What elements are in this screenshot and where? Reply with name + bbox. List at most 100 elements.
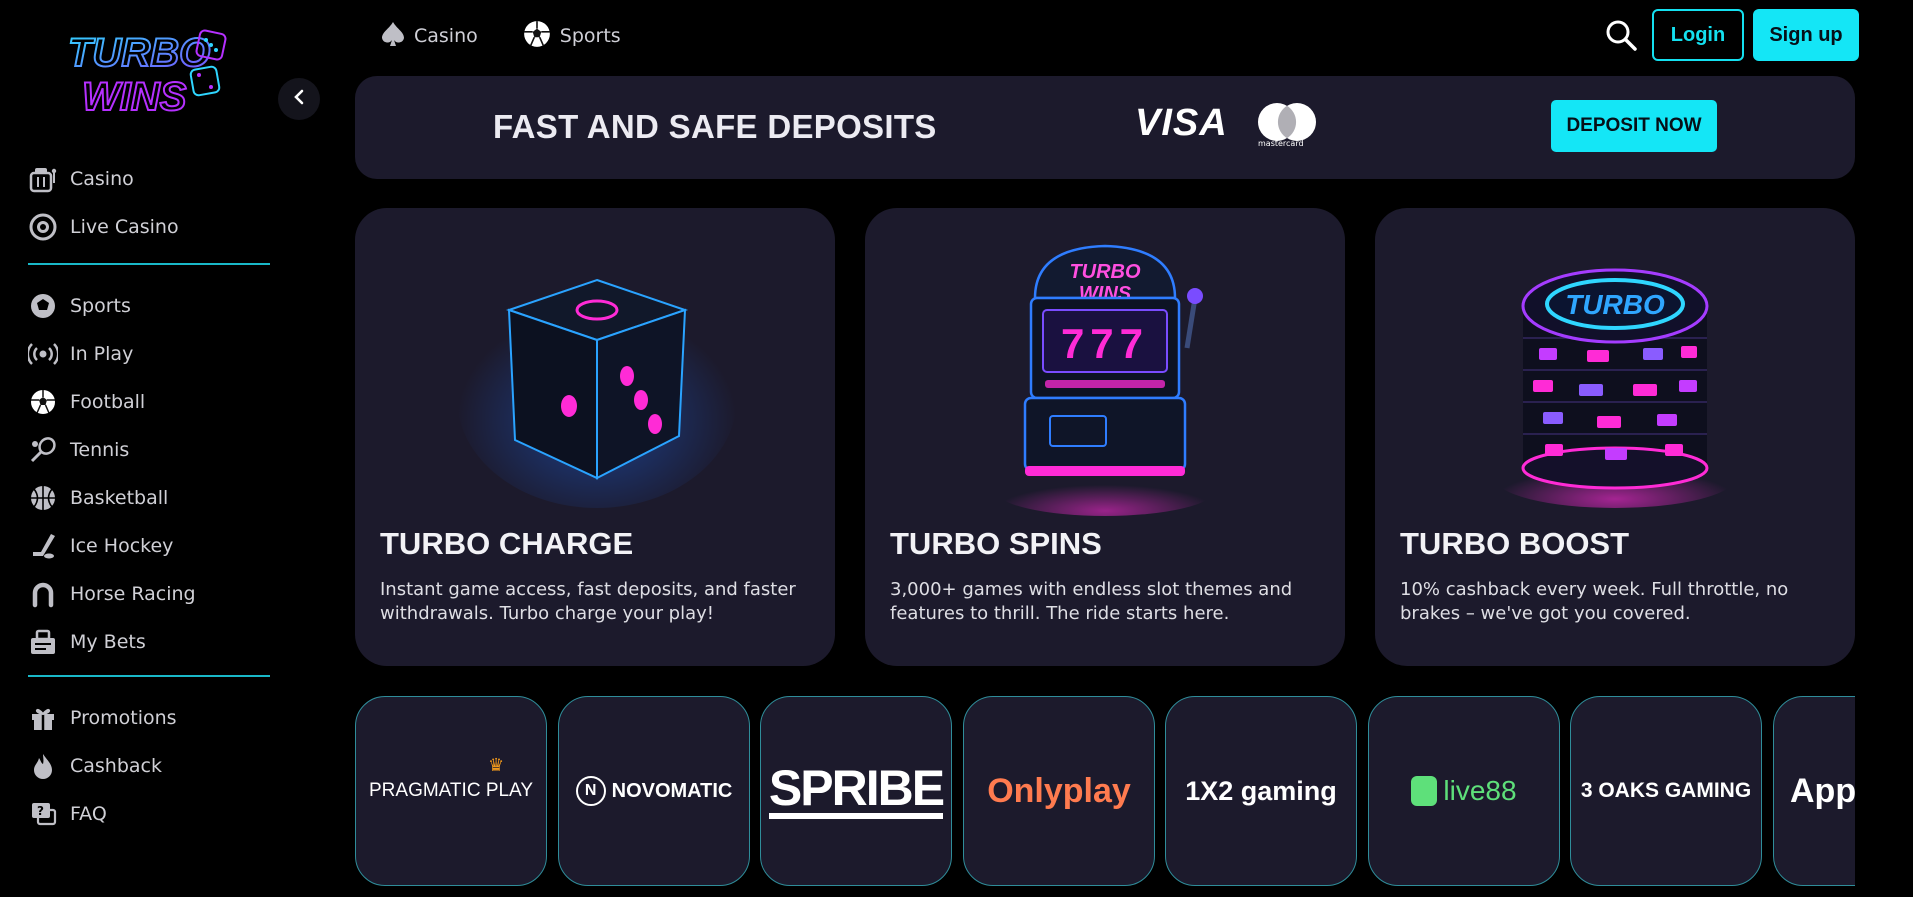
provider-logo-text: 3 OAKS GAMING [1580,779,1752,802]
sidebar-item-label: Tennis [70,439,130,461]
sidebar-item-sports[interactable]: Sports [28,282,270,330]
slot-machine-icon [28,164,58,194]
provider-tile-1x2-gaming[interactable]: 1X2 gaming [1165,696,1357,886]
visa-logo: VISA [1135,102,1228,144]
top-nav-casino[interactable]: Casino [380,16,478,56]
feature-title: TURBO BOOST [1400,526,1630,561]
chip-stack: TURBO [1521,268,1709,490]
deposit-now-button[interactable]: DEPOSIT NOW [1551,100,1717,152]
neon-chip-stack-illustration: TURBO [1495,268,1735,508]
turbo-wins-logo[interactable]: TURBO WINS [64,24,234,120]
sidebar-item-casino[interactable]: Casino [28,155,270,203]
svg-text:TURBO: TURBO [1565,289,1665,320]
svg-text:TURBO: TURBO [68,31,210,75]
deposit-title: FAST AND SAFE DEPOSITS [493,108,937,145]
sidebar-item-label: Horse Racing [70,583,196,605]
sidebar-item-label: Live Casino [70,216,179,238]
provider-logo-text: NOVOMATIC [611,779,733,802]
provider-logo-text: SPRIBE [768,763,945,819]
feature-card-turbo-boost[interactable]: TURBO TURBO BOOST 10% cashback every wee… [1375,208,1855,666]
feature-description: Instant game access, fast deposits, and … [380,579,796,624]
flame-icon [28,751,58,781]
provider-tile-app[interactable]: App [1773,696,1855,886]
football-icon [28,387,58,417]
sidebar-divider [28,675,270,677]
sidebar-item-label: My Bets [70,631,146,653]
neon-dice-illustration [457,278,737,508]
sidebar-item-cashback[interactable]: Cashback [28,742,270,790]
sidebar: TURBO WINS Casino Live Casino Sports In [0,0,290,897]
feature-card-turbo-charge[interactable]: TURBO CHARGE Instant game access, fast d… [355,208,835,666]
svg-text:WINS: WINS [82,75,187,119]
basketball-icon [28,483,58,513]
provider-logo-text: live88 [1443,775,1517,806]
sidebar-item-basketball[interactable]: Basketball [28,474,270,522]
sidebar-item-label: Basketball [70,487,169,509]
sidebar-item-horse-racing[interactable]: Horse Racing [28,570,270,618]
sidebar-item-live-casino[interactable]: Live Casino [28,203,270,251]
sidebar-divider [28,263,270,265]
sidebar-item-label: Promotions [70,707,177,729]
chevron-left-icon [292,89,306,109]
login-button[interactable]: Login [1652,9,1744,61]
sidebar-item-label: In Play [70,343,134,365]
svg-text:?: ? [37,804,44,818]
sidebar-item-promotions[interactable]: Promotions [28,694,270,742]
spade-icon [380,20,406,53]
sidebar-item-label: Cashback [70,755,163,777]
provider-tile-novomatic[interactable]: N NOVOMATIC [558,696,750,886]
feature-card-turbo-spins[interactable]: TURBO WINS 777 TURBO SPINS 3,000+ games … [865,208,1345,666]
top-nav-label: Casino [414,25,478,47]
football-icon [522,19,552,54]
deposit-banner: FAST AND SAFE DEPOSITS VISA mastercard D… [355,76,1855,179]
feature-title: TURBO SPINS [890,526,1102,561]
novomatic-n-icon: N [575,776,606,806]
bet-slip-icon [28,627,58,657]
provider-tile-pragmatic-play[interactable]: PRAGMATIC PLAY ♛ [355,696,547,886]
sports-ball-icon [28,291,58,321]
feature-description: 10% cashback every week. Full throttle, … [1400,579,1789,624]
sidebar-item-label: Ice Hockey [70,535,174,557]
question-chat-icon: ? [28,799,58,829]
sidebar-item-label: Football [70,391,146,413]
provider-logo-text: PRAGMATIC PLAY [369,780,533,801]
sidebar-item-in-play[interactable]: In Play [28,330,270,378]
provider-carousel: PRAGMATIC PLAY ♛ N NOVOMATIC SPRIBE Only… [355,696,1855,888]
provider-logo-text: 1X2 gaming [1185,775,1337,806]
sidebar-collapse-button[interactable] [278,78,320,120]
nav-group-casino: Casino Live Casino [28,155,270,251]
nav-group-extras: Promotions Cashback ? FAQ [28,694,270,838]
mastercard-label: mastercard [1258,139,1304,148]
signup-button[interactable]: Sign up [1753,9,1859,61]
sidebar-item-ice-hockey[interactable]: Ice Hockey [28,522,270,570]
provider-tile-spribe[interactable]: SPRIBE [760,696,952,886]
hockey-stick-icon [28,531,58,561]
feature-description: 3,000+ games with endless slot themes an… [890,579,1293,624]
search-button[interactable] [1604,18,1640,54]
top-nav: Casino Sports [380,16,621,56]
sidebar-item-football[interactable]: Football [28,378,270,426]
top-nav-sports[interactable]: Sports [522,16,621,56]
nav-group-sports: Sports In Play Football Tennis Basketbal… [28,282,270,666]
crown-icon: ♛ [488,755,505,776]
svg-text:777: 777 [1061,320,1149,367]
neon-slot-machine-illustration: TURBO WINS 777 [995,244,1215,516]
search-icon [1604,20,1638,56]
provider-tile-live88[interactable]: live88 [1368,696,1560,886]
feature-title: TURBO CHARGE [380,526,634,561]
provider-logo-text: Onlyplay [987,771,1131,810]
broadcast-icon [28,339,58,369]
sidebar-item-tennis[interactable]: Tennis [28,426,270,474]
casino-chip-icon [28,212,58,242]
live88-mark-icon [1411,776,1438,806]
provider-tile-onlyplay[interactable]: Onlyplay [963,696,1155,886]
provider-logo-text: App [1790,771,1855,810]
sidebar-item-label: Sports [70,295,131,317]
provider-tile-3-oaks[interactable]: 3 OAKS GAMING [1570,696,1762,886]
sidebar-item-faq[interactable]: ? FAQ [28,790,270,838]
svg-text:TURBO: TURBO [1069,261,1141,283]
gift-icon [28,703,58,733]
sidebar-item-label: Casino [70,168,134,190]
sidebar-item-my-bets[interactable]: My Bets [28,618,270,666]
top-nav-label: Sports [559,25,621,47]
